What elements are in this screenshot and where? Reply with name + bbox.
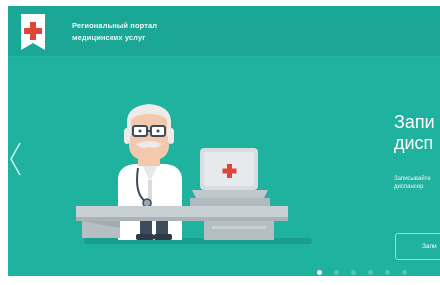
- appointment-button[interactable]: Запи: [395, 233, 440, 260]
- portal-title-line2: медицинских услуг: [72, 33, 146, 42]
- laptop-base: [192, 190, 268, 198]
- carousel-dot[interactable]: [317, 270, 322, 275]
- portal-title[interactable]: Региональный портал медицинских услуг: [72, 20, 157, 44]
- hero-title: Запи дисп: [394, 112, 435, 154]
- hero-desc-line1: Записывайте: [394, 176, 431, 182]
- doctor-illustration: [76, 104, 312, 244]
- site-header: Региональный портал медицинских услуг: [8, 6, 440, 57]
- hero-title-line2: дисп: [394, 133, 434, 153]
- portal-page: Региональный портал медицинских услуг За…: [8, 6, 440, 276]
- hero-desc-line2: диспансер: [394, 184, 424, 190]
- portal-title-line1: Региональный портал: [72, 21, 158, 30]
- carousel-dot[interactable]: [334, 270, 339, 275]
- hero-description: Записывайте диспансер: [394, 175, 431, 191]
- carousel-dot[interactable]: [385, 270, 390, 275]
- desk-top: [76, 206, 288, 218]
- carousel-dot[interactable]: [351, 270, 356, 275]
- chevron-left-icon[interactable]: [8, 141, 28, 177]
- carousel-dot[interactable]: [402, 270, 407, 275]
- carousel-dots: [317, 270, 440, 276]
- red-cross-flag-icon[interactable]: [18, 14, 48, 54]
- carousel-dot[interactable]: [368, 270, 373, 275]
- hero-title-line1: Запи: [394, 112, 435, 132]
